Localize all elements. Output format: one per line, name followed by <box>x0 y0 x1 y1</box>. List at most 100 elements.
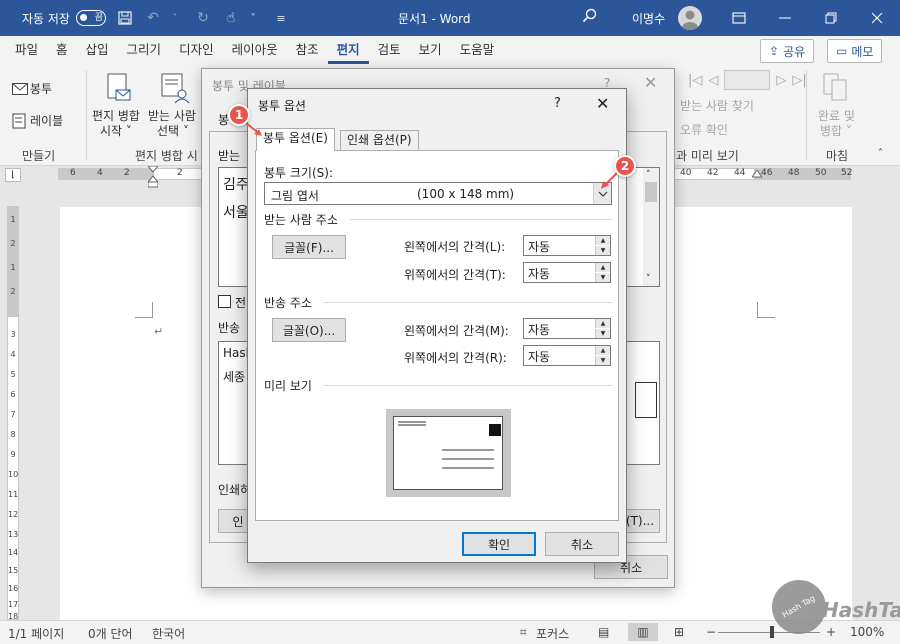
spin-down-icon[interactable]: ▼ <box>595 356 610 365</box>
customize-qat-icon[interactable]: ≡ <box>270 7 292 29</box>
zoom-in-icon[interactable]: + <box>826 625 836 639</box>
tab-home[interactable]: 홈 <box>47 36 77 64</box>
zoom-level[interactable]: 100% <box>850 625 884 639</box>
tab-layout[interactable]: 레이아웃 <box>223 36 287 64</box>
next-record-icon[interactable]: ▷ <box>776 73 786 88</box>
tab-selector-icon[interactable]: ⌊ <box>5 168 21 182</box>
ruler-number: 48 <box>788 168 800 178</box>
restore-icon[interactable] <box>808 0 854 36</box>
focus-icon[interactable]: ⌗ <box>520 625 527 640</box>
zoom-out-icon[interactable]: − <box>706 625 716 639</box>
recipient-top-spinner[interactable]: 자동 ▲ ▼ <box>523 262 611 283</box>
prev-record-icon[interactable]: ◁ <box>708 73 718 88</box>
spin-up-icon[interactable]: ▲ <box>595 346 610 355</box>
spin-up-icon[interactable]: ▲ <box>595 319 610 328</box>
redo-icon[interactable]: ↻ <box>192 7 214 29</box>
recipient-font-button[interactable]: 글꼴(F)... <box>272 235 346 259</box>
autosave-toggle[interactable]: 끔 <box>75 10 106 26</box>
section-divider <box>350 219 612 220</box>
return-top-spinner[interactable]: 자동 ▲ ▼ <box>523 345 611 366</box>
return-left-spinner[interactable]: 자동 ▲ ▼ <box>523 318 611 339</box>
tab-view[interactable]: 보기 <box>410 36 451 64</box>
omit-checkbox[interactable] <box>218 295 231 308</box>
check-errors-button[interactable]: 오류 확인 <box>680 121 728 138</box>
return-top-value: 자동 <box>528 350 551 364</box>
minimize-icon[interactable] <box>762 0 808 36</box>
tab-draw[interactable]: 그리기 <box>118 36 171 64</box>
ribbon-separator <box>806 70 807 160</box>
tab-review[interactable]: 검토 <box>369 36 410 64</box>
user-name[interactable]: 이명수 <box>632 10 665 27</box>
comments-button[interactable]: ▭ 메모 <box>827 39 883 63</box>
spin-up-icon[interactable]: ▲ <box>595 263 610 272</box>
ok-button[interactable]: 확인 <box>462 532 536 556</box>
help-icon[interactable]: ? <box>554 96 561 111</box>
close-icon[interactable] <box>854 0 900 36</box>
start-merge-label-2[interactable]: 시작 ˅ <box>100 122 132 139</box>
labels-button[interactable]: 레이블 <box>12 112 63 129</box>
first-record-icon[interactable]: |◁ <box>688 73 702 88</box>
undo-dropdown-icon[interactable]: ˅ <box>164 7 186 29</box>
touch-mode-icon[interactable]: ☝ <box>220 7 242 29</box>
indent-marker-icon[interactable] <box>148 166 158 188</box>
tab-design[interactable]: 디자인 <box>170 36 223 64</box>
tab-mailings[interactable]: 편지 <box>327 36 369 64</box>
cancel-button[interactable]: 취소 <box>545 532 619 556</box>
tab-print-options[interactable]: 인쇄 옵션(P) <box>340 130 419 151</box>
finish-merge-label-2[interactable]: 병합 ˅ <box>820 122 852 139</box>
zoom-slider-thumb[interactable] <box>770 626 774 638</box>
last-record-icon[interactable]: ▷| <box>792 73 806 88</box>
margin-corner-mark <box>135 302 153 318</box>
print-layout-icon[interactable]: ▥ <box>628 623 658 641</box>
envelope-size-select[interactable]: 그림 엽서 (100 x 148 mm) <box>264 182 612 205</box>
web-layout-icon[interactable]: ⊞ <box>674 625 684 639</box>
vruler-number: 17 <box>8 600 19 609</box>
right-indent-marker-icon[interactable] <box>752 170 762 178</box>
spin-up-icon[interactable]: ▲ <box>595 236 610 245</box>
undo-icon[interactable]: ↶ <box>142 7 164 29</box>
collapse-ribbon-icon[interactable]: ˄ <box>878 148 883 159</box>
touch-dropdown-icon[interactable]: ˅ <box>242 7 264 29</box>
spin-down-icon[interactable]: ▼ <box>595 246 610 255</box>
vruler-number: 14 <box>8 548 19 557</box>
scrollbar[interactable]: ˄ ˅ <box>643 168 659 286</box>
read-mode-icon[interactable]: ▤ <box>598 625 609 639</box>
focus-label[interactable]: 포커스 <box>536 625 569 642</box>
comment-icon: ▭ <box>836 44 848 58</box>
return-font-button[interactable]: 글꼴(O)... <box>272 318 346 342</box>
preview-thumb <box>635 382 657 418</box>
spin-down-icon[interactable]: ▼ <box>595 273 610 282</box>
close-icon[interactable]: ✕ <box>596 94 609 113</box>
select-recipients-icon[interactable] <box>160 72 190 104</box>
ribbon-display-options-icon[interactable] <box>716 0 762 36</box>
page-count[interactable]: 1/1 페이지 <box>8 625 64 642</box>
start-merge-icon[interactable] <box>106 72 132 104</box>
tab-envelope-options[interactable]: 봉투 옵션(E) <box>256 128 335 151</box>
close-icon[interactable]: ✕ <box>644 73 657 92</box>
word-count[interactable]: 0개 단어 <box>88 625 133 642</box>
record-number-input[interactable] <box>724 70 771 90</box>
save-icon[interactable] <box>114 7 136 29</box>
spin-down-icon[interactable]: ▼ <box>595 329 610 338</box>
share-button[interactable]: ⇪ 공유 <box>760 39 815 63</box>
tab-file[interactable]: 파일 <box>6 36 47 64</box>
vruler-number: 7 <box>10 410 16 419</box>
search-icon[interactable] <box>582 8 598 24</box>
ruler-number: 2 <box>177 168 183 178</box>
tab-insert[interactable]: 삽입 <box>77 36 118 64</box>
cancel-button-label: 취소 <box>570 537 594 552</box>
tab-help[interactable]: 도움말 <box>451 36 504 64</box>
return-left-label: 왼쪽에서의 간격(M): <box>404 324 509 338</box>
find-recipient-button[interactable]: 받는 사람 찾기 <box>680 97 754 114</box>
tab-references[interactable]: 참조 <box>287 36 328 64</box>
select-recipients-label-2[interactable]: 선택 ˅ <box>157 122 189 139</box>
envelopes-button[interactable]: 봉투 <box>12 80 52 97</box>
language[interactable]: 한국어 <box>152 625 185 642</box>
ruler-number: 42 <box>707 168 719 178</box>
autosave-label: 자동 저장 <box>22 11 70 26</box>
return-font-label: 글꼴(O)... <box>282 323 336 338</box>
finish-merge-icon[interactable] <box>822 72 850 102</box>
recipient-left-spinner[interactable]: 자동 ▲ ▼ <box>523 235 611 256</box>
margin-corner-mark <box>757 302 775 318</box>
avatar[interactable] <box>678 6 702 30</box>
